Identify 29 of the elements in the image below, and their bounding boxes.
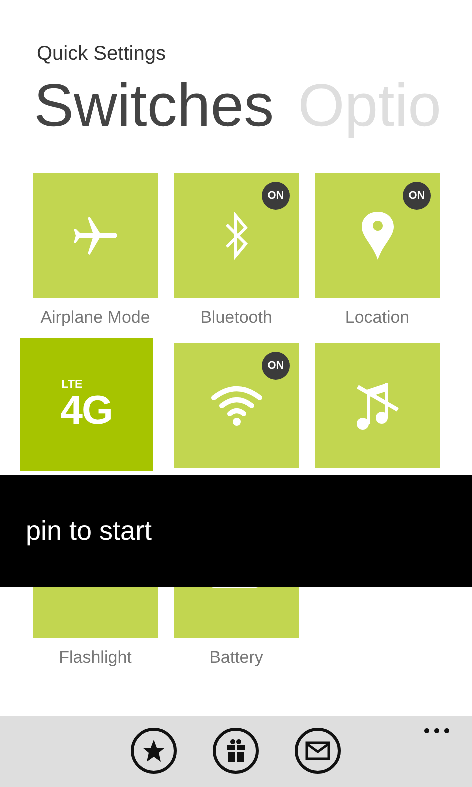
tile-label: Flashlight xyxy=(59,647,132,669)
app-bar-button[interactable] xyxy=(131,728,177,774)
switch-tile[interactable] xyxy=(315,343,440,468)
switch-tile[interactable] xyxy=(33,173,158,298)
switch-tile[interactable]: ON xyxy=(174,343,299,468)
airplane-icon xyxy=(72,216,120,256)
tile-caption: 4G xyxy=(60,390,112,432)
menu-item[interactable]: pin to start xyxy=(26,514,152,548)
tile-label: Airplane Mode xyxy=(40,307,150,329)
star-icon xyxy=(142,739,166,763)
app-bar-button[interactable] xyxy=(295,728,341,774)
app-bar-button[interactable] xyxy=(213,728,259,774)
on-badge: ON xyxy=(403,182,431,210)
tile-label: Battery xyxy=(210,647,264,669)
mail-icon xyxy=(305,741,331,761)
switch-tile[interactable]: ON xyxy=(315,173,440,298)
on-badge: ON xyxy=(262,352,290,380)
tile-label: Location xyxy=(345,307,410,329)
switch-tile[interactable]: ON xyxy=(174,173,299,298)
app-title: Quick Settings xyxy=(37,42,166,66)
more-icon[interactable] xyxy=(424,728,450,734)
tile-caption: LTE xyxy=(62,378,83,391)
on-badge: ON xyxy=(262,182,290,210)
gift-icon xyxy=(226,739,246,763)
wifi-icon xyxy=(210,384,262,426)
bluetooth-icon xyxy=(224,210,248,260)
pivot-tab[interactable]: Switches xyxy=(34,70,274,142)
tile-label: Bluetooth xyxy=(200,307,272,329)
location-pin-icon xyxy=(360,210,394,260)
